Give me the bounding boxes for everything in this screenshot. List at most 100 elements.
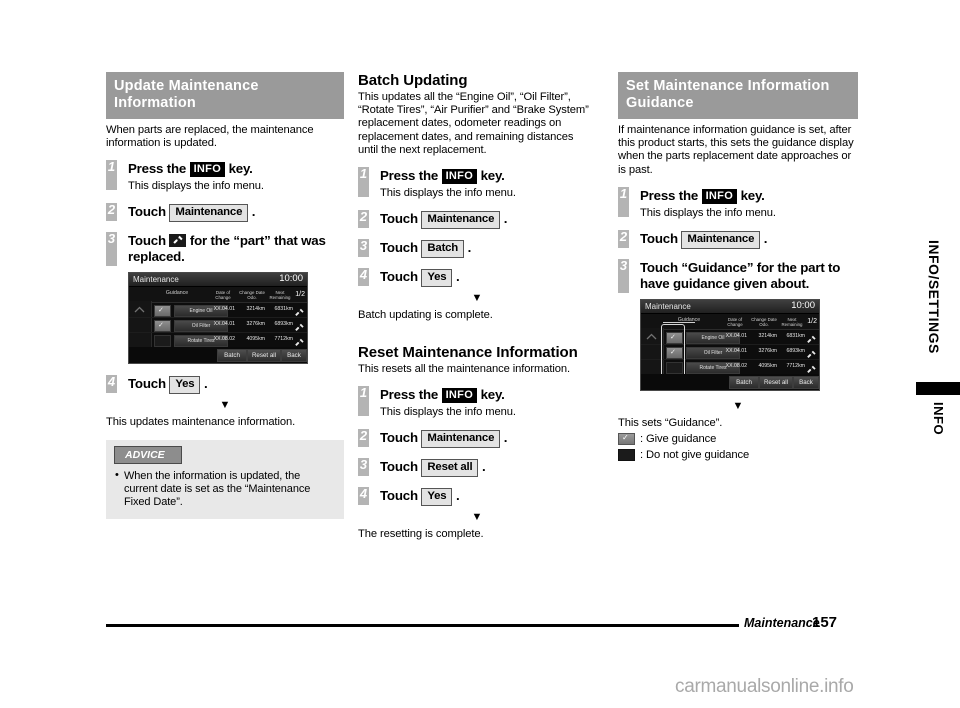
page-number: 157 — [812, 614, 838, 631]
column-header-next-remaining: Next Remaining — [781, 316, 803, 327]
wrench-icon[interactable] — [169, 234, 187, 248]
batch-button[interactable]: Batch — [729, 375, 759, 389]
batch-button[interactable]: Batch — [217, 349, 247, 363]
yes-touch-button[interactable]: Yes — [421, 269, 453, 288]
reset-all-touch-button[interactable]: Reset all — [421, 459, 479, 478]
step-number: 1 — [358, 386, 369, 417]
wrench-icon[interactable] — [805, 362, 817, 373]
step-number: 3 — [358, 239, 369, 258]
intro-text-reset-maintenance: This resets all the maintenance informat… — [358, 363, 570, 376]
info-key-badge[interactable]: INFO — [441, 388, 478, 404]
step-subtext: This displays the info menu. — [640, 206, 776, 219]
wrench-icon[interactable] — [293, 305, 305, 317]
nav-clock: 10:00 — [791, 299, 815, 311]
step-text-before: Touch — [380, 269, 418, 285]
intro-text-update-maintenance: When parts are replaced, the maintenance… — [106, 124, 314, 150]
yes-touch-button[interactable]: Yes — [421, 488, 453, 507]
table-row[interactable]: ✓ Engine Oil XX.04.01 3214km 6831km — [641, 330, 819, 345]
step-2: 2 Touch Maintenance . — [618, 229, 858, 249]
step-number: 2 — [618, 229, 629, 248]
nav-page-indicator: 1/2 — [807, 317, 817, 325]
guidance-checkbox[interactable]: ✓ — [154, 320, 171, 333]
step-number: 1 — [358, 167, 369, 198]
step-text-after: . — [481, 459, 486, 475]
footer-divider — [106, 624, 739, 627]
navigation-screenshot-guidance: Maintenance 10:00 Guidance Date of Chang… — [640, 298, 820, 391]
side-tab-label: INFO/SETTINGS — [926, 240, 942, 354]
info-key-badge[interactable]: INFO — [189, 162, 226, 178]
flow-arrow-icon: ▼ — [732, 399, 744, 412]
back-button[interactable]: Back — [793, 375, 819, 389]
table-row[interactable]: Rotate Tires XX.08.02 4095km 7712km — [129, 333, 307, 349]
legend-label: : Give guidance — [640, 433, 717, 446]
column-header-change-date-odo: Change Date Odo. — [239, 290, 265, 301]
column-header-date-of-change: Date of Change — [215, 290, 231, 301]
wrench-icon[interactable] — [293, 320, 305, 332]
reset-all-button[interactable]: Reset all — [759, 375, 793, 389]
guidance-checkbox[interactable]: ✓ — [154, 305, 171, 318]
info-key-badge[interactable]: INFO — [701, 188, 738, 204]
step-heading: Press the INFO key. — [128, 161, 344, 178]
step-text-before: Touch — [128, 204, 166, 220]
intro-text-set-guidance: If maintenance information guidance is s… — [618, 124, 854, 176]
maintenance-touch-button[interactable]: Maintenance — [681, 230, 761, 249]
table-row[interactable]: ✓ Oil Filter XX.04.01 3276km 6893km — [129, 318, 307, 334]
step-3: 3 Touch Batch . — [358, 239, 596, 259]
cell-next-remaining: 6831km — [274, 306, 293, 313]
table-row[interactable]: ✓ Engine Oil XX.04.01 3214km 6831km — [129, 303, 307, 319]
maintenance-touch-button[interactable]: Maintenance — [169, 204, 249, 223]
step-1: 1 Press the INFO key. This displays the … — [358, 386, 596, 419]
cell-change-date-odo: 3276km — [246, 321, 265, 328]
column-batch-and-reset: Batch Updating This updates all the “Eng… — [358, 72, 596, 542]
nav-page-indicator: 1/2 — [295, 291, 305, 299]
maintenance-touch-button[interactable]: Maintenance — [421, 430, 501, 449]
cell-change-date-odo: 3214km — [758, 332, 777, 339]
step-number: 3 — [106, 232, 117, 267]
step-1: 1 Press the INFO key. This displays the … — [618, 186, 858, 220]
step-subtext: This displays the info menu. — [380, 187, 516, 200]
batch-touch-button[interactable]: Batch — [421, 240, 465, 259]
section-heading-reset-maintenance: Reset Maintenance Information — [358, 344, 578, 362]
step-3: 3 Touch “Guidance” for the part to have … — [618, 258, 858, 391]
section-heading-set-guidance: Set Maintenance Information Guidance — [618, 72, 858, 119]
step-heading: Press the INFO key. — [380, 387, 596, 404]
table-row[interactable]: ✓ Oil Filter XX.04.01 3276km 6893km — [641, 345, 819, 360]
step-text-before: Touch — [380, 430, 418, 446]
step-text-before: Press the — [380, 168, 439, 184]
back-button[interactable]: Back — [281, 349, 307, 363]
step-3: 3 Touch Reset all . — [358, 458, 596, 478]
step-text-after: . — [503, 211, 508, 227]
step-4: 4 Touch Yes . — [106, 375, 344, 395]
step-number: 4 — [358, 268, 369, 287]
step-text-before: Press the — [380, 387, 439, 403]
guidance-checkbox[interactable] — [154, 335, 171, 348]
guidance-checkbox[interactable]: ✓ — [666, 346, 683, 359]
guidance-header-underline — [663, 321, 695, 323]
step-text-before: Press the — [128, 161, 187, 177]
side-tab-info-settings: INFO/SETTINGS — [926, 240, 946, 359]
flow-arrow-icon: ▼ — [471, 511, 483, 524]
step-text-before: Touch — [640, 230, 678, 246]
step-heading: Touch Yes . — [380, 269, 596, 288]
step-number: 3 — [358, 458, 369, 477]
maintenance-touch-button[interactable]: Maintenance — [421, 211, 501, 230]
guidance-checkbox[interactable] — [666, 361, 683, 374]
nav-titlebar: Maintenance 10:00 — [641, 299, 819, 314]
reset-all-button[interactable]: Reset all — [247, 349, 281, 363]
yes-touch-button[interactable]: Yes — [169, 376, 201, 395]
table-row[interactable]: Rotate Tires XX.08.02 4095km 7712km — [641, 360, 819, 375]
info-key-badge[interactable]: INFO — [441, 169, 478, 185]
section-heading-batch-updating: Batch Updating — [358, 72, 468, 89]
checked-box-icon: ✓ — [618, 433, 635, 446]
intro-text-batch-updating: This updates all the “Engine Oil”, “Oil … — [358, 91, 589, 156]
wrench-icon[interactable] — [293, 335, 305, 347]
cell-date-of-change: XX.08.02 — [725, 362, 747, 369]
step-text-after: key. — [480, 387, 505, 403]
step-2: 2 Touch Maintenance . — [106, 203, 344, 223]
step-text-before: Touch — [380, 488, 418, 504]
advice-item: When the information is updated, the cur… — [106, 469, 344, 509]
wrench-icon[interactable] — [805, 332, 817, 343]
step-heading: Touch Maintenance . — [640, 230, 858, 249]
wrench-icon[interactable] — [805, 347, 817, 358]
guidance-checkbox[interactable]: ✓ — [666, 331, 683, 344]
